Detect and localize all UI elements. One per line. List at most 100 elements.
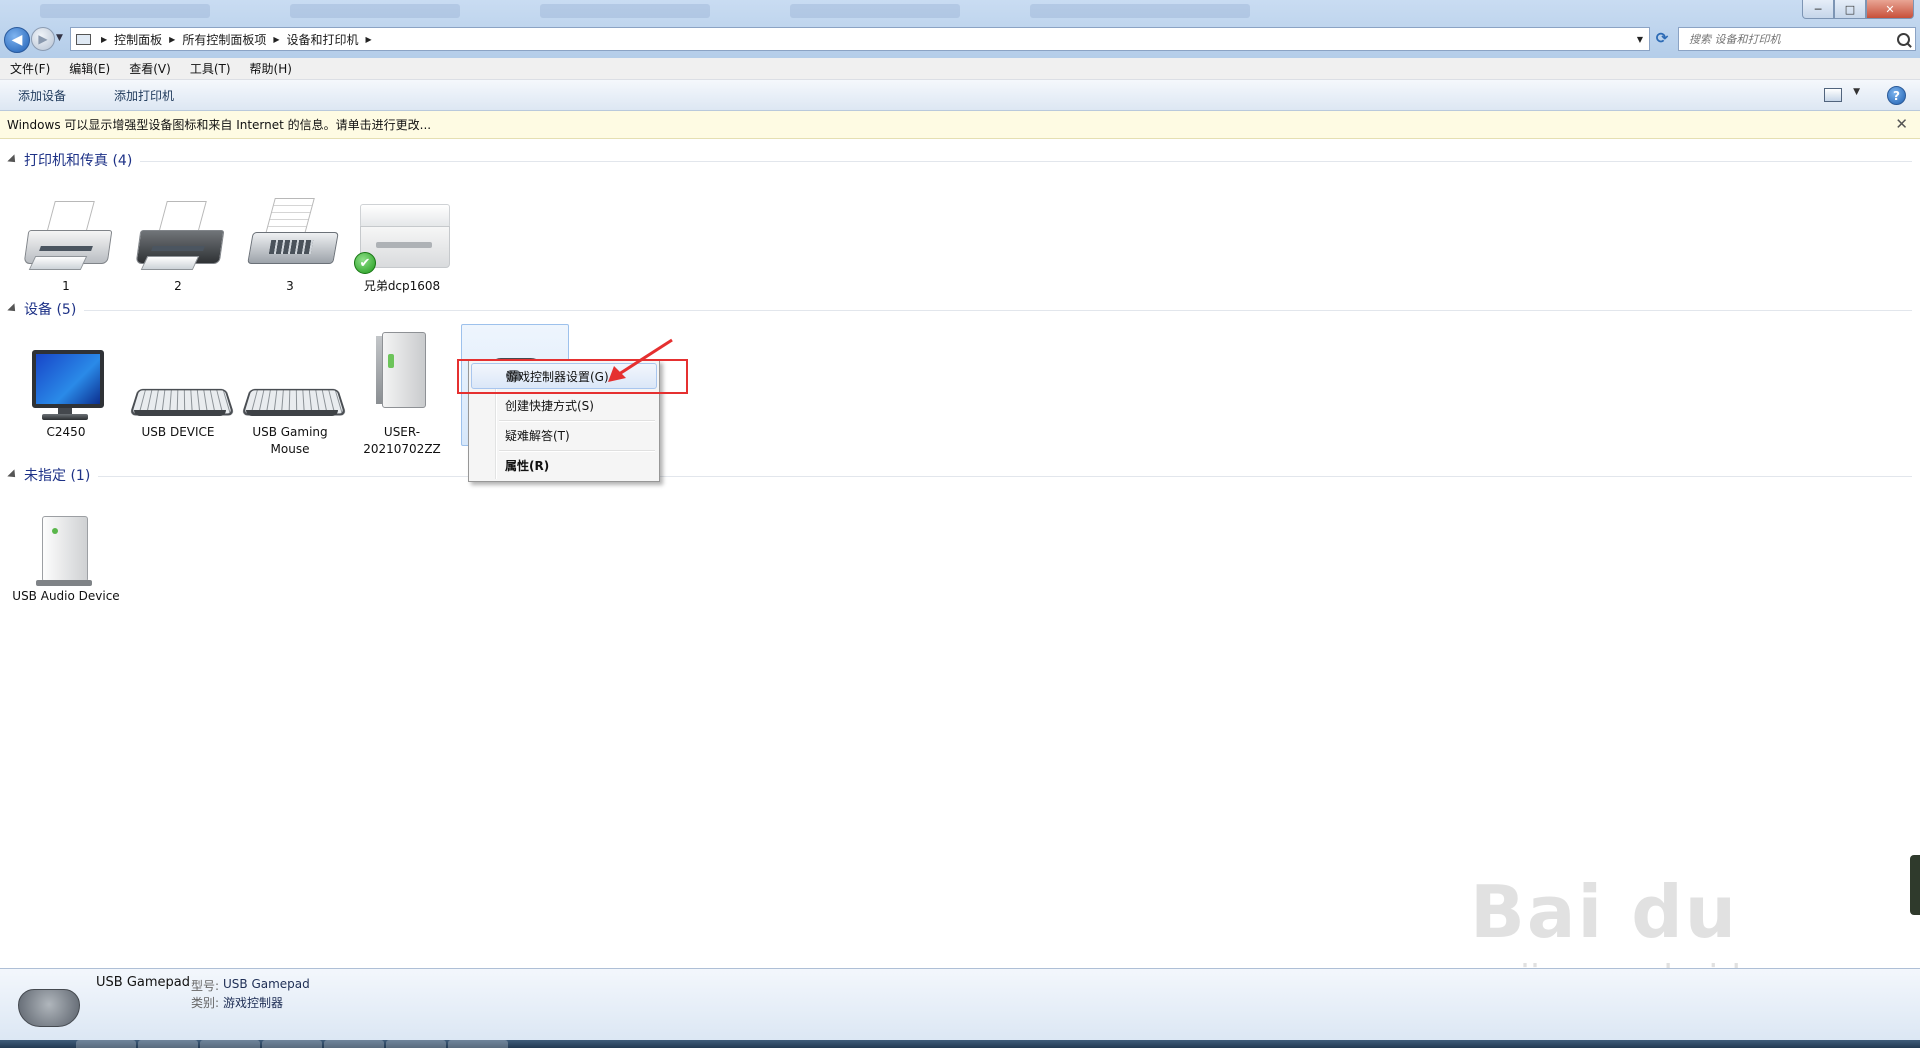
device-tile-c2450[interactable]: C2450: [12, 342, 120, 441]
taskbar: [0, 1040, 1920, 1048]
window-controls: ─ □ ✕: [1802, 0, 1914, 19]
printer-slot: [39, 246, 93, 251]
printer-tray: [140, 256, 200, 270]
taskbar-button[interactable]: [200, 1040, 260, 1048]
gamepad-shape: [18, 989, 80, 1027]
device-tile-printer-2[interactable]: 2: [124, 196, 232, 295]
fax-paper: [265, 198, 315, 234]
fax-keypad: [268, 240, 314, 254]
breadcrumb-control-panel[interactable]: 控制面板: [114, 31, 162, 48]
chevron-right-icon[interactable]: ▶: [101, 35, 107, 44]
divider: [84, 309, 1912, 311]
printer-tray: [28, 256, 88, 270]
device-tile-usb-gaming-mouse[interactable]: USB Gaming Mouse: [236, 342, 347, 458]
group-header-devices[interactable]: 设备 (5): [7, 299, 1912, 319]
search-input[interactable]: [1687, 31, 1891, 47]
add-printer-button[interactable]: 添加打印机: [96, 87, 174, 104]
details-category-key: 类别:: [191, 996, 220, 1010]
device-label: USB Audio Device: [12, 589, 120, 603]
taskbar-button[interactable]: [76, 1040, 136, 1048]
window-title-bar: ─ □ ✕ ◀ ▶ ▼ ▶ 控制面板 ▶ 所有控制面板项 ▶ 设备和打印机 ▶ …: [0, 0, 1920, 59]
collapse-arrow-icon[interactable]: [7, 469, 19, 481]
command-bar: 添加设备 添加打印机 ▼ ?: [0, 80, 1920, 111]
device-label: USB Gaming Mouse: [252, 425, 328, 456]
device-tile-brother-dcp1608[interactable]: ✔ 兄弟dcp1608: [348, 196, 456, 295]
mfp-slot: [376, 242, 432, 248]
background-tab[interactable]: [40, 4, 210, 18]
address-dropdown-icon[interactable]: ▼: [1637, 35, 1643, 44]
device-tile-usb-device[interactable]: USB DEVICE: [124, 342, 235, 441]
chevron-right-icon[interactable]: ▶: [169, 35, 175, 44]
add-device-button[interactable]: 添加设备: [0, 87, 66, 104]
close-button[interactable]: ✕: [1866, 0, 1914, 19]
refresh-icon[interactable]: ⟳: [1652, 28, 1672, 48]
menu-item-troubleshoot[interactable]: 疑难解答(T): [471, 423, 657, 449]
monitor-base: [42, 414, 88, 420]
taskbar-button[interactable]: [262, 1040, 322, 1048]
arrow-shaft: [615, 338, 673, 378]
info-bar-text[interactable]: Windows 可以显示增强型设备图标和来自 Internet 的信息。请单击进…: [7, 116, 431, 133]
group-header-unspecified[interactable]: 未指定 (1): [7, 465, 1912, 485]
address-bar[interactable]: ▶ 控制面板 ▶ 所有控制面板项 ▶ 设备和打印机 ▶ ▼: [70, 27, 1650, 51]
view-options-dropdown-icon[interactable]: ▼: [1853, 87, 1860, 97]
menu-bar: 文件(F) 编辑(E) 查看(V) 工具(T) 帮助(H): [0, 58, 1920, 80]
gamepad-icon: [16, 983, 80, 1029]
menu-separator: [499, 420, 655, 422]
audio-led: [52, 528, 58, 534]
default-printer-check-icon: ✔: [354, 252, 376, 274]
taskbar-button[interactable]: [448, 1040, 508, 1048]
menu-edit[interactable]: 编辑(E): [59, 60, 119, 77]
close-icon[interactable]: ✕: [1895, 115, 1908, 133]
collapse-arrow-icon[interactable]: [7, 303, 19, 315]
history-dropdown-icon[interactable]: ▼: [56, 33, 63, 43]
device-tile-printer-1[interactable]: 1: [12, 196, 120, 295]
background-tab[interactable]: [540, 4, 710, 18]
search-box[interactable]: [1678, 27, 1916, 51]
maximize-button[interactable]: □: [1834, 0, 1866, 19]
info-bar[interactable]: Windows 可以显示增强型设备图标和来自 Internet 的信息。请单击进…: [0, 111, 1920, 139]
forward-button[interactable]: ▶: [31, 27, 55, 51]
menu-item-label: 创建快捷方式(S): [505, 399, 594, 413]
change-view-icon[interactable]: [1824, 88, 1842, 102]
chevron-right-icon[interactable]: ▶: [366, 35, 372, 44]
device-tile-usb-audio-device[interactable]: USB Audio Device: [12, 506, 120, 605]
printer-slot: [151, 246, 205, 251]
audio-base: [36, 580, 92, 586]
annotation-arrow-icon: [608, 338, 673, 382]
background-tab[interactable]: [1030, 4, 1250, 18]
divider: [98, 475, 1912, 477]
back-button[interactable]: ◀: [4, 27, 30, 53]
menu-item-create-shortcut[interactable]: 创建快捷方式(S): [471, 393, 657, 419]
collapse-arrow-icon[interactable]: [7, 154, 19, 166]
scrollbar-grip[interactable]: [1910, 855, 1920, 915]
taskbar-button[interactable]: [386, 1040, 446, 1048]
breadcrumb-all-items[interactable]: 所有控制面板项: [182, 31, 266, 48]
breadcrumb-devices-printers[interactable]: 设备和打印机: [287, 31, 359, 48]
help-icon[interactable]: ?: [1887, 86, 1906, 105]
menu-file[interactable]: 文件(F): [0, 60, 59, 77]
search-icon[interactable]: [1897, 32, 1910, 46]
menu-view[interactable]: 查看(V): [119, 60, 180, 77]
background-tab[interactable]: [790, 4, 960, 18]
device-label: 2: [174, 279, 182, 293]
background-tabs: [0, 0, 1300, 22]
menu-help[interactable]: 帮助(H): [240, 60, 301, 77]
monitor-icon: [16, 342, 116, 424]
background-tab[interactable]: [290, 4, 460, 18]
chevron-right-icon[interactable]: ▶: [273, 35, 279, 44]
group-header-printers[interactable]: 打印机和传真 (4): [7, 150, 1912, 170]
computer-tower-icon: [352, 328, 452, 424]
minimize-button[interactable]: ─: [1802, 0, 1834, 19]
menu-item-properties[interactable]: 属性(R): [471, 453, 657, 479]
menu-tools[interactable]: 工具(T): [180, 60, 240, 77]
audio-box: [42, 516, 88, 582]
device-tile-fax-3[interactable]: 3: [236, 196, 344, 295]
taskbar-button[interactable]: [324, 1040, 384, 1048]
details-category-value: 游戏控制器: [223, 996, 284, 1010]
arrow-right-icon: ▶: [38, 32, 48, 46]
taskbar-button[interactable]: [138, 1040, 198, 1048]
group-title: 未指定 (1): [24, 468, 91, 484]
multifunction-printer-icon: ✔: [352, 196, 452, 278]
details-model-value: USB Gamepad: [223, 977, 310, 991]
device-tile-user-computer[interactable]: USER-20210702ZZ: [348, 328, 456, 458]
